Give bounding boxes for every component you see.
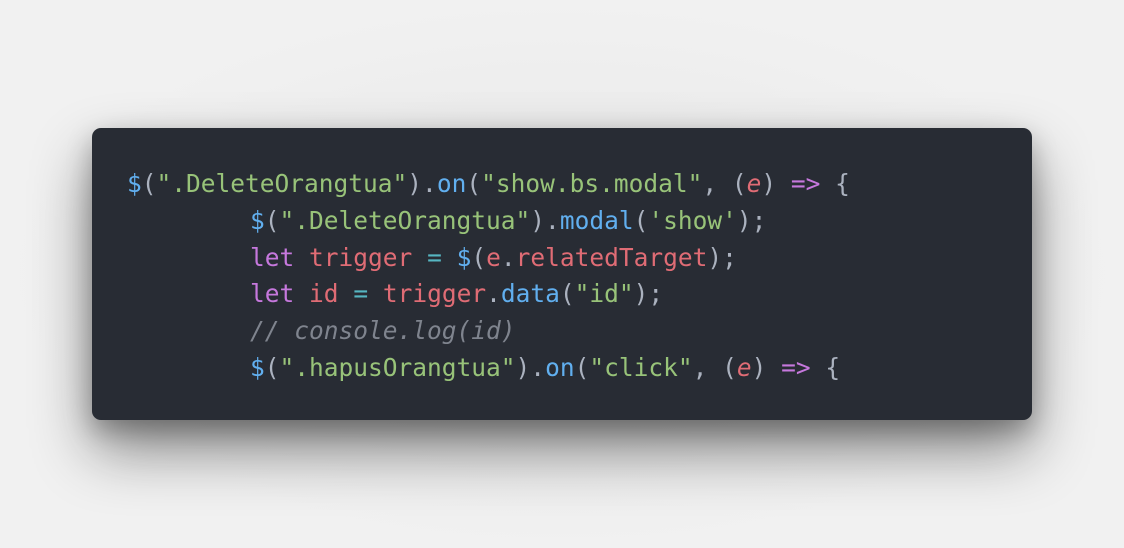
code-token: ".hapusOrangtua": [279, 352, 516, 382]
code-token: =>: [781, 352, 811, 382]
code-token: (: [471, 242, 487, 272]
code-line: $(".hapusOrangtua").on("click", (e) => {: [127, 350, 850, 387]
code-token: e: [746, 169, 762, 198]
code-token: , (: [702, 169, 747, 198]
code-line: $(".DeleteOrangtua").modal('show');: [127, 203, 850, 240]
code-snippet-card: $(".DeleteOrangtua").on("show.bs.modal",…: [92, 128, 1032, 420]
code-token: {: [810, 352, 841, 382]
code-token: id: [309, 279, 339, 309]
code-token: ).: [407, 169, 437, 198]
code-token: {: [820, 169, 850, 198]
code-token: , (: [692, 352, 737, 382]
code-token: ).: [530, 205, 560, 235]
code-token: $: [127, 169, 142, 198]
code-token: .: [486, 279, 501, 309]
code-token: );: [736, 205, 767, 235]
code-token: =: [353, 279, 369, 309]
code-token: (: [559, 279, 575, 309]
code-token: // console.log(id): [250, 316, 516, 346]
code-token: "click": [589, 352, 693, 382]
code-token: $: [250, 205, 265, 235]
code-token: ).: [515, 352, 546, 382]
code-token: (: [264, 352, 280, 382]
code-token: (: [466, 169, 482, 198]
code-token: (: [574, 352, 590, 382]
code-token: .: [500, 242, 516, 272]
code-token: data: [500, 279, 560, 309]
code-token: (: [633, 205, 649, 235]
code-token: ): [751, 352, 782, 382]
code-token: ".DeleteOrangtua": [279, 205, 531, 235]
code-token: $: [456, 242, 472, 272]
code-token: (: [264, 205, 280, 235]
code-line: // console.log(id): [127, 313, 850, 350]
code-token: "id": [574, 279, 634, 309]
code-token: =>: [790, 169, 821, 198]
code-token: let: [250, 242, 295, 272]
code-token: on: [436, 169, 467, 198]
code-token: (: [141, 169, 157, 198]
code-token: relatedTarget: [515, 242, 708, 272]
code-token: );: [707, 242, 737, 272]
code-token: $: [250, 352, 265, 382]
code-block: $(".DeleteOrangtua").on("show.bs.modal",…: [127, 166, 850, 387]
code-line: $(".DeleteOrangtua").on("show.bs.modal",…: [127, 166, 850, 203]
code-token: e: [736, 352, 752, 382]
code-line: let trigger = $(e.relatedTarget);: [127, 240, 850, 277]
code-token: trigger: [382, 279, 487, 309]
code-token: ): [761, 169, 791, 198]
code-token: on: [545, 352, 575, 382]
code-token: modal: [559, 205, 634, 235]
code-token: =: [427, 242, 442, 272]
code-token: let: [250, 279, 295, 309]
code-token: ".DeleteOrangtua": [156, 169, 408, 198]
code-line: let id = trigger.data("id");: [127, 276, 850, 313]
canvas-background: $(".DeleteOrangtua").on("show.bs.modal",…: [0, 0, 1124, 548]
code-token: trigger: [309, 242, 413, 272]
code-token: e: [486, 242, 501, 272]
code-token: 'show': [648, 205, 737, 235]
code-token: );: [633, 279, 664, 309]
code-token: "show.bs.modal": [481, 169, 703, 198]
